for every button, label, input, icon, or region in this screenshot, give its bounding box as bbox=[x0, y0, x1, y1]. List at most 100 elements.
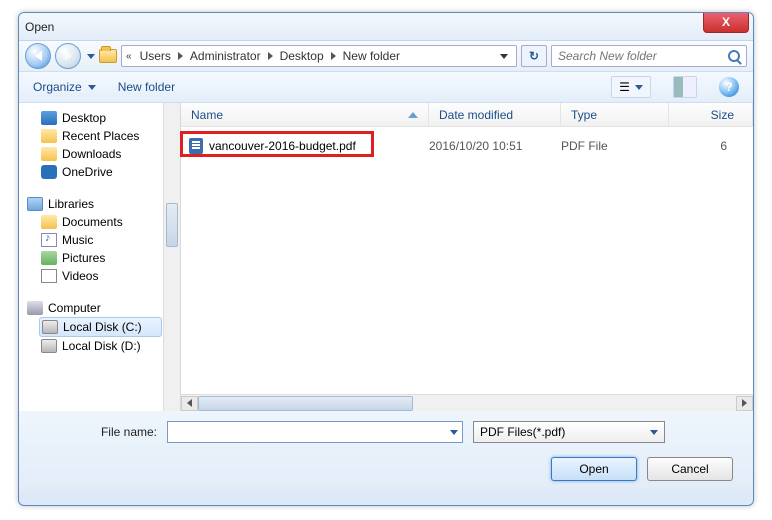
breadcrumb-users[interactable]: Users bbox=[138, 49, 173, 63]
tree-desktop[interactable]: Desktop bbox=[19, 109, 180, 127]
help-icon: ? bbox=[725, 80, 732, 94]
filetype-filter[interactable]: PDF Files(*.pdf) bbox=[473, 421, 665, 443]
filename-dropdown[interactable] bbox=[444, 430, 462, 435]
tree-downloads[interactable]: Downloads bbox=[19, 145, 180, 163]
filter-label: PDF Files(*.pdf) bbox=[480, 425, 565, 439]
refresh-button[interactable]: ↻ bbox=[521, 45, 547, 67]
triangle-left-icon bbox=[187, 399, 192, 407]
tree-music[interactable]: Music bbox=[19, 231, 180, 249]
tree-scrollbar[interactable] bbox=[163, 103, 180, 411]
search-icon bbox=[728, 50, 740, 62]
scroll-right-button[interactable] bbox=[736, 396, 753, 411]
file-size: 6 bbox=[669, 139, 745, 153]
col-name[interactable]: Name bbox=[181, 103, 429, 126]
tree-label: Local Disk (C:) bbox=[63, 320, 142, 334]
col-size[interactable]: Size bbox=[669, 103, 753, 126]
tree-label: Desktop bbox=[62, 111, 106, 125]
scrollbar-thumb[interactable] bbox=[166, 203, 178, 247]
tree-recent[interactable]: Recent Places bbox=[19, 127, 180, 145]
scroll-left-button[interactable] bbox=[181, 396, 198, 411]
horizontal-scrollbar[interactable] bbox=[181, 394, 753, 411]
tree-pictures[interactable]: Pictures bbox=[19, 249, 180, 267]
filename-input[interactable] bbox=[168, 425, 444, 439]
documents-icon bbox=[41, 215, 57, 229]
filename-combo[interactable] bbox=[167, 421, 463, 443]
close-button[interactable]: X bbox=[703, 12, 749, 33]
tree-libraries[interactable]: Libraries bbox=[19, 195, 180, 213]
tree-computer[interactable]: Computer bbox=[19, 299, 180, 317]
scrollbar-thumb[interactable] bbox=[198, 396, 413, 411]
chevron-down-icon bbox=[450, 430, 458, 435]
tree-onedrive[interactable]: OneDrive bbox=[19, 163, 180, 181]
scroll-track[interactable] bbox=[198, 396, 736, 411]
col-type[interactable]: Type bbox=[561, 103, 669, 126]
file-date: 2016/10/20 10:51 bbox=[429, 139, 561, 153]
cloud-icon bbox=[41, 165, 57, 179]
tree-label: Videos bbox=[62, 269, 98, 283]
breadcrumb-overflow-icon[interactable]: « bbox=[126, 51, 132, 62]
help-button[interactable]: ? bbox=[719, 77, 739, 97]
open-button[interactable]: Open bbox=[551, 457, 637, 481]
tree-videos[interactable]: Videos bbox=[19, 267, 180, 285]
desktop-icon bbox=[41, 111, 57, 125]
tree-label: Pictures bbox=[62, 251, 105, 265]
col-date[interactable]: Date modified bbox=[429, 103, 561, 126]
search-box[interactable] bbox=[551, 45, 747, 67]
computer-icon bbox=[27, 301, 43, 315]
disk-icon bbox=[42, 320, 58, 334]
back-button[interactable] bbox=[25, 43, 51, 69]
chevron-down-icon bbox=[635, 85, 643, 90]
cancel-button[interactable]: Cancel bbox=[647, 457, 733, 481]
chevron-down-icon bbox=[650, 430, 658, 435]
tree-disk-d[interactable]: Local Disk (D:) bbox=[19, 337, 180, 355]
breadcrumb[interactable]: « Users Administrator Desktop New folder bbox=[121, 45, 517, 67]
tree-label: Libraries bbox=[48, 197, 94, 211]
open-dialog: Open X « Users Administrator Desktop New… bbox=[18, 12, 754, 506]
toolbar: Organize New folder ☰ ? bbox=[19, 71, 753, 103]
titlebar: Open X bbox=[19, 13, 753, 41]
libraries-icon bbox=[27, 197, 43, 211]
refresh-icon: ↻ bbox=[529, 49, 539, 63]
tree-label: Recent Places bbox=[62, 129, 139, 143]
arrow-left-icon bbox=[35, 51, 42, 61]
sort-asc-icon bbox=[408, 112, 418, 118]
tree-label: Music bbox=[62, 233, 93, 247]
music-icon bbox=[41, 233, 57, 247]
organize-menu[interactable]: Organize bbox=[33, 80, 96, 94]
search-input[interactable] bbox=[558, 49, 728, 63]
folder-icon bbox=[99, 49, 117, 63]
videos-icon bbox=[41, 269, 57, 283]
breadcrumb-desktop[interactable]: Desktop bbox=[278, 49, 326, 63]
file-row[interactable]: vancouver-2016-budget.pdf 2016/10/20 10:… bbox=[181, 135, 753, 157]
file-list: vancouver-2016-budget.pdf 2016/10/20 10:… bbox=[181, 127, 753, 394]
tree-label: Documents bbox=[62, 215, 123, 229]
new-folder-button[interactable]: New folder bbox=[118, 80, 175, 94]
view-icon: ☰ bbox=[619, 80, 630, 94]
view-mode-button[interactable]: ☰ bbox=[611, 76, 651, 98]
breadcrumb-administrator[interactable]: Administrator bbox=[188, 49, 263, 63]
organize-label: Organize bbox=[33, 80, 82, 94]
forward-button[interactable] bbox=[55, 43, 81, 69]
footer: File name: PDF Files(*.pdf) Open Cancel bbox=[19, 411, 753, 491]
column-headers: Name Date modified Type Size bbox=[181, 103, 753, 127]
nav-tree: Desktop Recent Places Downloads OneDrive… bbox=[19, 103, 181, 411]
tree-label: Downloads bbox=[62, 147, 121, 161]
tree-label: OneDrive bbox=[62, 165, 113, 179]
col-label: Name bbox=[191, 108, 223, 122]
tree-documents[interactable]: Documents bbox=[19, 213, 180, 231]
body: Desktop Recent Places Downloads OneDrive… bbox=[19, 103, 753, 411]
preview-pane-button[interactable] bbox=[673, 76, 697, 98]
breadcrumb-dropdown-icon[interactable] bbox=[500, 54, 508, 59]
breadcrumb-newfolder[interactable]: New folder bbox=[341, 49, 402, 63]
triangle-right-icon bbox=[742, 399, 747, 407]
close-icon: X bbox=[722, 15, 730, 29]
chevron-down-icon bbox=[88, 85, 96, 90]
downloads-icon bbox=[41, 147, 57, 161]
tree-disk-c[interactable]: Local Disk (C:) bbox=[39, 317, 162, 337]
tree-label: Local Disk (D:) bbox=[62, 339, 141, 353]
history-dropdown[interactable] bbox=[87, 54, 95, 59]
file-name: vancouver-2016-budget.pdf bbox=[209, 139, 356, 153]
disk-icon bbox=[41, 339, 57, 353]
pictures-icon bbox=[41, 251, 57, 265]
window-title: Open bbox=[25, 20, 54, 34]
